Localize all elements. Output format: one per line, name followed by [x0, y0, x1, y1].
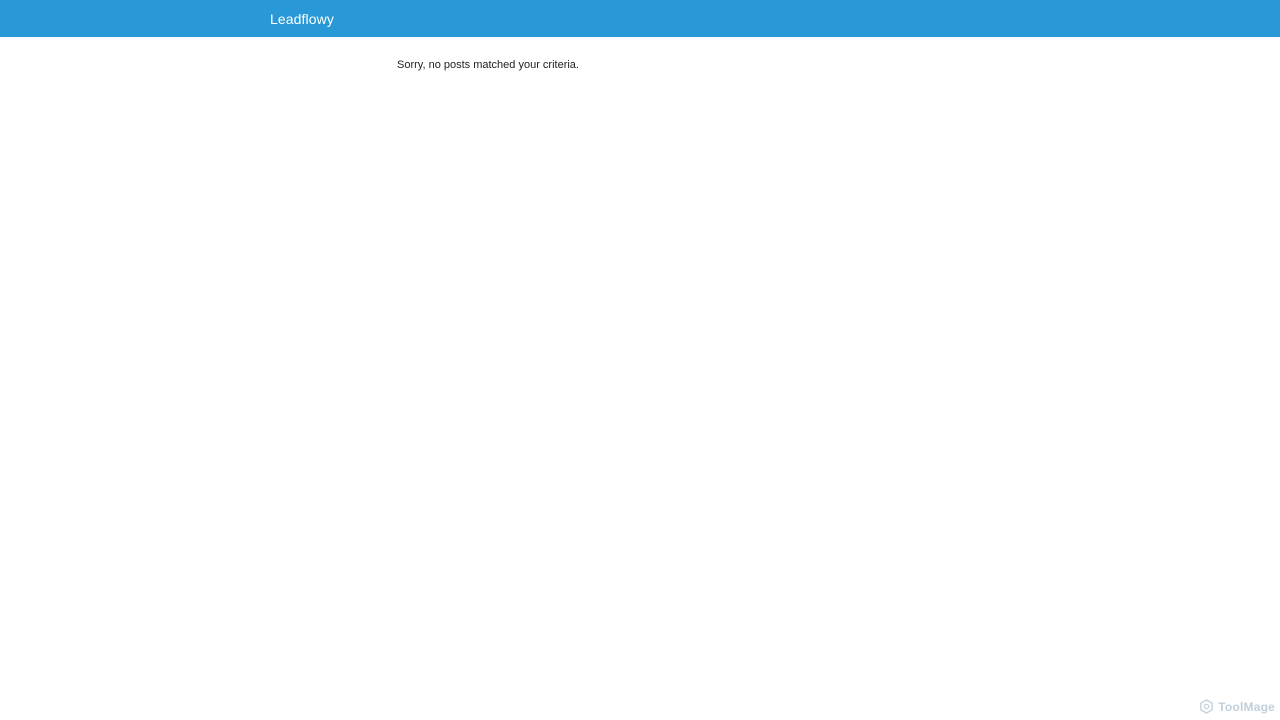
no-posts-message: Sorry, no posts matched your criteria.: [397, 59, 579, 71]
watermark: ToolMage: [1199, 699, 1275, 714]
watermark-text: ToolMage: [1218, 699, 1275, 714]
site-title-link[interactable]: Leadflowy: [270, 10, 334, 28]
site-header: Leadflowy: [0, 0, 1280, 37]
toolmage-logo-icon: [1199, 699, 1214, 714]
main-content: Sorry, no posts matched your criteria.: [397, 58, 997, 72]
